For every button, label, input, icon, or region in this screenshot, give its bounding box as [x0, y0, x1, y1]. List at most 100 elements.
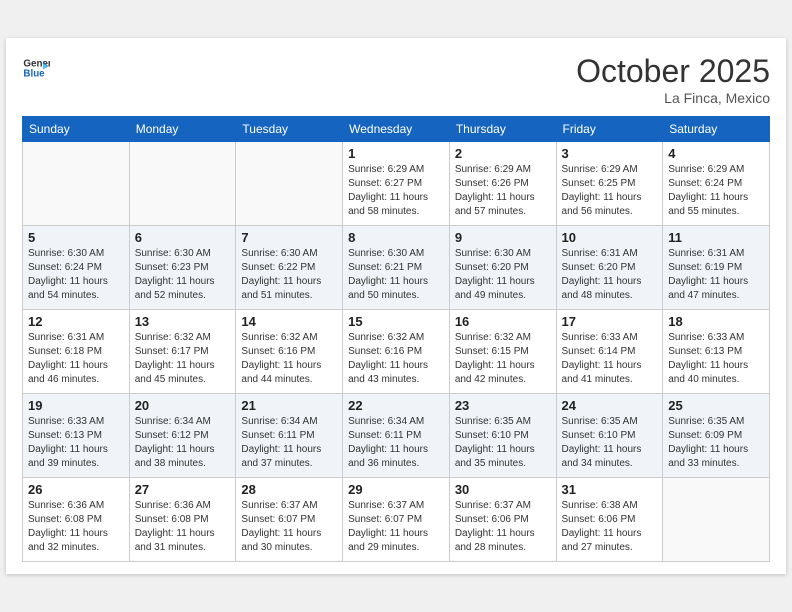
day-number: 8 [348, 230, 444, 245]
calendar-cell: 10Sunrise: 6:31 AM Sunset: 6:20 PM Dayli… [556, 225, 663, 309]
day-number: 9 [455, 230, 551, 245]
calendar-cell: 2 Sunrise: 6:29 AM Sunset: 6:26 PM Daylig… [449, 141, 556, 225]
calendar-cell: 16 Sunrise: 6:32 AM Sunset: 6:15 PM Dayli… [449, 309, 556, 393]
day-info: Sunrise: 6:34 AM Sunset: 6:11 PM Dayligh… [241, 415, 337, 471]
calendar-cell: 25 Sunrise: 6:35 AM Sunset: 6:09 PM Dayli… [663, 393, 770, 477]
week-row-2: 5 Sunrise: 6:30 AM Sunset: 6:24 PM Daylig… [23, 225, 770, 309]
day-number: 4 [668, 146, 764, 161]
day-info: Sunrise: 6:32 AM Sunset: 6:16 PM Dayligh… [348, 331, 444, 387]
location-subtitle: La Finca, Mexico [576, 90, 770, 106]
day-number: 1 [348, 146, 444, 161]
calendar-cell: 11Sunrise: 6:31 AM Sunset: 6:19 PM Dayli… [663, 225, 770, 309]
day-info: Sunrise: 6:29 AM Sunset: 6:24 PM Dayligh… [668, 163, 764, 219]
weekday-header-saturday: Saturday [663, 116, 770, 141]
calendar-cell: 1 Sunrise: 6:29 AM Sunset: 6:27 PM Daylig… [343, 141, 450, 225]
day-number: 19 [28, 398, 124, 413]
title-block: October 2025 La Finca, Mexico [576, 54, 770, 105]
calendar-cell: 26 Sunrise: 6:36 AM Sunset: 6:08 PM Dayli… [23, 477, 130, 561]
weekday-header-tuesday: Tuesday [236, 116, 343, 141]
day-number: 3 [562, 146, 658, 161]
day-info: Sunrise: 6:30 AM Sunset: 6:24 PM Dayligh… [28, 247, 124, 303]
calendar-cell [663, 477, 770, 561]
day-info: Sunrise: 6:30 AM Sunset: 6:23 PM Dayligh… [135, 247, 231, 303]
day-number: 13 [135, 314, 231, 329]
calendar-cell: 20 Sunrise: 6:34 AM Sunset: 6:12 PM Dayli… [129, 393, 236, 477]
calendar-cell: 18 Sunrise: 6:33 AM Sunset: 6:13 PM Dayli… [663, 309, 770, 393]
day-info: Sunrise: 6:33 AM Sunset: 6:13 PM Dayligh… [668, 331, 764, 387]
day-number: 14 [241, 314, 337, 329]
day-number: 28 [241, 482, 337, 497]
day-number: 11 [668, 230, 764, 245]
day-info: Sunrise: 6:35 AM Sunset: 6:09 PM Dayligh… [668, 415, 764, 471]
day-info: Sunrise: 6:32 AM Sunset: 6:17 PM Dayligh… [135, 331, 231, 387]
day-number: 18 [668, 314, 764, 329]
logo-icon: General Blue [22, 54, 50, 82]
weekday-header-wednesday: Wednesday [343, 116, 450, 141]
day-number: 21 [241, 398, 337, 413]
day-number: 17 [562, 314, 658, 329]
calendar-container: General Blue October 2025 La Finca, Mexi… [6, 38, 786, 573]
day-info: Sunrise: 6:31 AM Sunset: 6:18 PM Dayligh… [28, 331, 124, 387]
day-info: Sunrise: 6:34 AM Sunset: 6:11 PM Dayligh… [348, 415, 444, 471]
day-number: 20 [135, 398, 231, 413]
calendar-cell: 6 Sunrise: 6:30 AM Sunset: 6:23 PM Daylig… [129, 225, 236, 309]
day-info: Sunrise: 6:37 AM Sunset: 6:06 PM Dayligh… [455, 499, 551, 555]
day-number: 5 [28, 230, 124, 245]
calendar-cell [23, 141, 130, 225]
day-number: 26 [28, 482, 124, 497]
calendar-cell [129, 141, 236, 225]
calendar-cell: 17Sunrise: 6:33 AM Sunset: 6:14 PM Dayli… [556, 309, 663, 393]
calendar-cell: 12 Sunrise: 6:31 AM Sunset: 6:18 PM Dayli… [23, 309, 130, 393]
calendar-cell [236, 141, 343, 225]
day-number: 12 [28, 314, 124, 329]
day-number: 6 [135, 230, 231, 245]
day-info: Sunrise: 6:30 AM Sunset: 6:22 PM Dayligh… [241, 247, 337, 303]
day-number: 2 [455, 146, 551, 161]
day-info: Sunrise: 6:29 AM Sunset: 6:26 PM Dayligh… [455, 163, 551, 219]
day-info: Sunrise: 6:30 AM Sunset: 6:21 PM Dayligh… [348, 247, 444, 303]
day-info: Sunrise: 6:34 AM Sunset: 6:12 PM Dayligh… [135, 415, 231, 471]
weekday-header-monday: Monday [129, 116, 236, 141]
week-row-1: 1 Sunrise: 6:29 AM Sunset: 6:27 PM Daylig… [23, 141, 770, 225]
calendar-cell: 14 Sunrise: 6:32 AM Sunset: 6:16 PM Dayli… [236, 309, 343, 393]
day-info: Sunrise: 6:36 AM Sunset: 6:08 PM Dayligh… [135, 499, 231, 555]
calendar-cell: 21 Sunrise: 6:34 AM Sunset: 6:11 PM Dayli… [236, 393, 343, 477]
day-number: 29 [348, 482, 444, 497]
weekday-header-sunday: Sunday [23, 116, 130, 141]
weekday-header-thursday: Thursday [449, 116, 556, 141]
week-row-4: 19Sunrise: 6:33 AM Sunset: 6:13 PM Dayli… [23, 393, 770, 477]
calendar-cell: 7Sunrise: 6:30 AM Sunset: 6:22 PM Daylig… [236, 225, 343, 309]
day-number: 25 [668, 398, 764, 413]
calendar-cell: 19Sunrise: 6:33 AM Sunset: 6:13 PM Dayli… [23, 393, 130, 477]
calendar-cell: 5 Sunrise: 6:30 AM Sunset: 6:24 PM Daylig… [23, 225, 130, 309]
logo: General Blue [22, 54, 50, 82]
calendar-cell: 31Sunrise: 6:38 AM Sunset: 6:06 PM Dayli… [556, 477, 663, 561]
day-info: Sunrise: 6:32 AM Sunset: 6:15 PM Dayligh… [455, 331, 551, 387]
calendar-cell: 3 Sunrise: 6:29 AM Sunset: 6:25 PM Daylig… [556, 141, 663, 225]
calendar-cell: 22 Sunrise: 6:34 AM Sunset: 6:11 PM Dayli… [343, 393, 450, 477]
day-number: 15 [348, 314, 444, 329]
day-info: Sunrise: 6:35 AM Sunset: 6:10 PM Dayligh… [455, 415, 551, 471]
day-info: Sunrise: 6:37 AM Sunset: 6:07 PM Dayligh… [241, 499, 337, 555]
day-number: 16 [455, 314, 551, 329]
day-number: 10 [562, 230, 658, 245]
calendar-cell: 9 Sunrise: 6:30 AM Sunset: 6:20 PM Daylig… [449, 225, 556, 309]
svg-text:Blue: Blue [23, 69, 45, 80]
day-number: 24 [562, 398, 658, 413]
calendar-header: General Blue October 2025 La Finca, Mexi… [22, 54, 770, 105]
day-number: 23 [455, 398, 551, 413]
day-info: Sunrise: 6:29 AM Sunset: 6:25 PM Dayligh… [562, 163, 658, 219]
day-info: Sunrise: 6:37 AM Sunset: 6:07 PM Dayligh… [348, 499, 444, 555]
calendar-table: SundayMondayTuesdayWednesdayThursdayFrid… [22, 116, 770, 562]
day-info: Sunrise: 6:32 AM Sunset: 6:16 PM Dayligh… [241, 331, 337, 387]
day-info: Sunrise: 6:36 AM Sunset: 6:08 PM Dayligh… [28, 499, 124, 555]
calendar-cell: 30Sunrise: 6:37 AM Sunset: 6:06 PM Dayli… [449, 477, 556, 561]
calendar-cell: 13 Sunrise: 6:32 AM Sunset: 6:17 PM Dayli… [129, 309, 236, 393]
month-title: October 2025 [576, 54, 770, 89]
week-row-3: 12 Sunrise: 6:31 AM Sunset: 6:18 PM Dayli… [23, 309, 770, 393]
day-number: 31 [562, 482, 658, 497]
weekday-header-friday: Friday [556, 116, 663, 141]
day-number: 22 [348, 398, 444, 413]
day-info: Sunrise: 6:30 AM Sunset: 6:20 PM Dayligh… [455, 247, 551, 303]
day-info: Sunrise: 6:29 AM Sunset: 6:27 PM Dayligh… [348, 163, 444, 219]
